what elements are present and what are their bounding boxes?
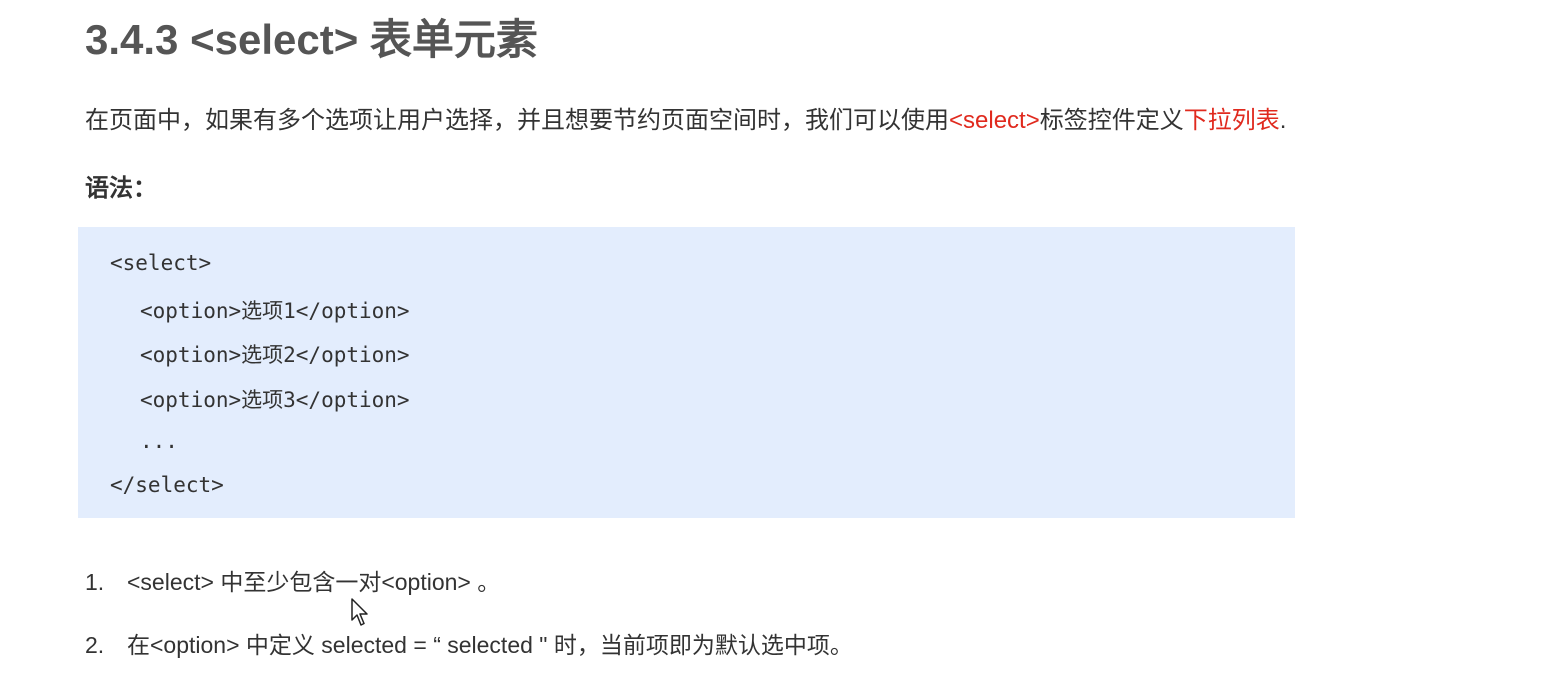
code-block: <select> <option>选项1</option> <option>选项… bbox=[78, 227, 1295, 518]
code-line-select-open: <select> bbox=[110, 251, 212, 275]
mouse-pointer-icon bbox=[351, 598, 368, 626]
intro-text-3: . bbox=[1279, 107, 1287, 134]
intro-text-2: 标签控件定义 bbox=[1039, 107, 1184, 134]
section-heading: 3.4.3 <select> 表单元素 bbox=[85, 16, 538, 63]
intro-highlight-dropdown: 下拉列表 bbox=[1183, 107, 1280, 134]
intro-paragraph: 在页面中，如果有多个选项让用户选择，并且想要节约页面空间时，我们可以使用<sel… bbox=[85, 100, 1286, 135]
syntax-label: 语法： bbox=[85, 175, 157, 202]
code-line-option-3: <option>选项3</option> bbox=[140, 388, 410, 412]
code-line-select-close: </select> bbox=[110, 473, 224, 497]
note-text: <select> 中至少包含一对<option> 。 bbox=[127, 569, 501, 595]
intro-highlight-select: <select> bbox=[949, 107, 1040, 134]
intro-text-1: 在页面中，如果有多个选项让用户选择，并且想要节约页面空间时，我们可以使用 bbox=[85, 107, 949, 134]
code-line-ellipsis: ... bbox=[140, 429, 178, 453]
code-line-option-1: <option>选项1</option> bbox=[140, 299, 410, 323]
note-number: 2. bbox=[85, 632, 105, 658]
note-text: 在<option> 中定义 selected = “ selected " 时，… bbox=[127, 632, 853, 658]
note-item-1: 1. <select> 中至少包含一对<option> 。 bbox=[85, 563, 500, 597]
note-number: 1. bbox=[85, 569, 105, 595]
code-line-option-2: <option>选项2</option> bbox=[140, 343, 410, 367]
note-item-2: 2. 在<option> 中定义 selected = “ selected " … bbox=[85, 626, 853, 660]
